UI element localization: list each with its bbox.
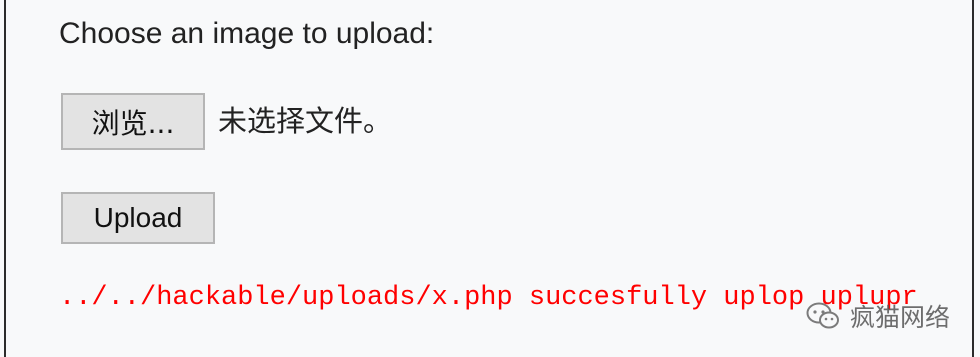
upload-prompt: Choose an image to upload:	[59, 17, 435, 50]
upload-button[interactable]: Upload	[61, 192, 215, 244]
upload-status-message: ../../hackable/uploads/x.php succesfully…	[59, 283, 918, 313]
watermark-text: 疯猫网络	[849, 303, 950, 332]
no-file-selected-text: 未选择文件。	[218, 104, 393, 138]
wechat-icon	[806, 302, 839, 329]
browse-button[interactable]: 浏览...	[61, 93, 205, 150]
watermark: 疯猫网络	[806, 298, 950, 334]
